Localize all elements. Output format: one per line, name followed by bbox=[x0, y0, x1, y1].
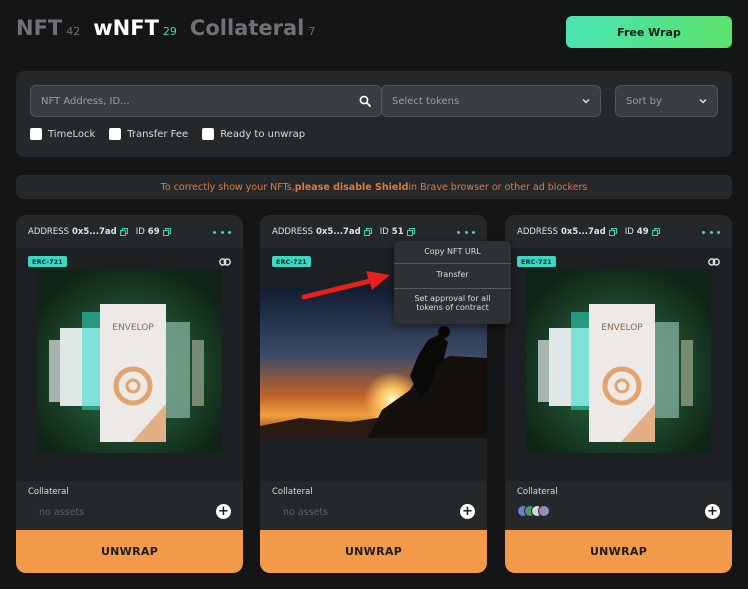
ready-to-unwrap-checkbox[interactable]: Ready to unwrap bbox=[202, 128, 305, 140]
link-icon[interactable] bbox=[219, 258, 231, 266]
address-label: ADDRESS bbox=[272, 227, 313, 237]
sort-select-value: Sort by bbox=[626, 95, 662, 107]
tab-nft[interactable]: NFT 42 bbox=[16, 16, 80, 40]
art-text: ENVELOP bbox=[601, 323, 643, 333]
id-label: ID bbox=[135, 227, 145, 237]
copy-icon[interactable] bbox=[406, 228, 415, 236]
adblock-notice: To correctly show your NFTs, please disa… bbox=[16, 175, 732, 199]
notice-bold: please disable Shield bbox=[294, 181, 409, 193]
token-standard-badge: ERC-721 bbox=[272, 256, 311, 267]
envelop-artwork: ENVELOP bbox=[37, 270, 222, 453]
id-value: 49 bbox=[636, 227, 649, 237]
more-dots-icon[interactable] bbox=[457, 225, 475, 239]
unwrap-button[interactable]: UNWRAP bbox=[260, 530, 487, 573]
tab-label: NFT bbox=[16, 16, 63, 40]
card-header: ADDRESS 0x5...7ad ID 69 bbox=[28, 225, 231, 239]
checkbox-label: TimeLock bbox=[48, 128, 96, 140]
card-header: ADDRESS 0x5...7ad ID 51 bbox=[272, 225, 475, 239]
collateral-label: Collateral bbox=[28, 487, 69, 497]
chevron-down-icon bbox=[699, 98, 707, 104]
nft-media[interactable]: ENVELOP ERC-721 bbox=[505, 248, 732, 481]
menu-copy-nft-url[interactable]: Copy NFT URL bbox=[394, 247, 511, 256]
unwrap-button[interactable]: UNWRAP bbox=[16, 530, 243, 573]
tab-collateral[interactable]: Collateral 7 bbox=[190, 16, 315, 40]
arrow-annotation bbox=[301, 271, 390, 300]
id-label: ID bbox=[624, 227, 634, 237]
checkbox-label: Transfer Fee bbox=[127, 128, 189, 140]
filter-checkboxes: TimeLock Transfer Fee Ready to unwrap bbox=[30, 128, 319, 140]
unwrap-button[interactable]: UNWRAP bbox=[505, 530, 732, 573]
card-context-menu: Copy NFT URL Transfer Set approval for a… bbox=[394, 241, 511, 324]
chevron-down-icon bbox=[582, 98, 590, 104]
filter-panel: Select tokens Sort by TimeLock Transfer … bbox=[16, 71, 732, 157]
address-value: 0x5...7ad bbox=[71, 227, 117, 237]
menu-divider bbox=[394, 288, 511, 289]
tab-label: wNFT bbox=[93, 16, 159, 40]
tab-label: Collateral bbox=[189, 16, 305, 40]
tab-bar: NFT 42 wNFT 29 Collateral 7 bbox=[16, 16, 328, 40]
timelock-checkbox[interactable]: TimeLock bbox=[30, 128, 95, 140]
tab-count: 7 bbox=[308, 25, 316, 38]
id-value: 69 bbox=[147, 227, 160, 237]
tab-count: 42 bbox=[66, 25, 81, 38]
menu-item-line: tokens of contract bbox=[416, 303, 489, 312]
search-box bbox=[30, 85, 382, 117]
nft-card: ADDRESS 0x5...7ad ID 49 ENVELOP ERC-721 … bbox=[505, 215, 732, 573]
plus-icon[interactable]: + bbox=[460, 504, 475, 519]
sort-select[interactable]: Sort by bbox=[615, 85, 718, 117]
copy-icon[interactable] bbox=[162, 228, 171, 236]
checkbox-box[interactable] bbox=[30, 128, 42, 140]
collateral-label: Collateral bbox=[517, 487, 558, 497]
menu-transfer[interactable]: Transfer bbox=[394, 270, 511, 279]
nft-card: ADDRESS 0x5...7ad ID 69 ENVELOP ERC-721 … bbox=[16, 215, 243, 573]
copy-icon[interactable] bbox=[651, 228, 660, 236]
checkbox-label: Ready to unwrap bbox=[220, 128, 306, 140]
address-label: ADDRESS bbox=[28, 227, 69, 237]
collateral-label: Collateral bbox=[272, 487, 313, 497]
tokens-select[interactable]: Select tokens bbox=[381, 85, 601, 117]
transfer-fee-checkbox[interactable]: Transfer Fee bbox=[109, 128, 188, 140]
card-header: ADDRESS 0x5...7ad ID 49 bbox=[517, 225, 720, 239]
checkbox-box[interactable] bbox=[202, 128, 215, 140]
tokens-select-value: Select tokens bbox=[392, 95, 460, 107]
notice-text: To correctly show your NFTs, bbox=[160, 181, 295, 193]
token-standard-badge: ERC-721 bbox=[517, 256, 556, 267]
id-label: ID bbox=[379, 227, 389, 237]
plus-icon[interactable]: + bbox=[705, 504, 720, 519]
collateral-tokens bbox=[517, 505, 550, 517]
menu-item-line: Set approval for all bbox=[414, 294, 491, 303]
token-standard-badge: ERC-721 bbox=[28, 256, 67, 267]
art-text: ENVELOP bbox=[112, 323, 154, 333]
id-value: 51 bbox=[391, 227, 404, 237]
link-icon[interactable] bbox=[708, 258, 720, 266]
no-assets-text: no assets bbox=[39, 507, 85, 518]
no-assets-text: no assets bbox=[283, 507, 329, 518]
notice-text: in Brave browser or other ad blockers bbox=[408, 181, 588, 193]
menu-divider bbox=[394, 263, 511, 264]
checkbox-box[interactable] bbox=[109, 128, 122, 140]
nft-media[interactable]: ENVELOP ERC-721 bbox=[16, 248, 243, 481]
copy-icon[interactable] bbox=[608, 228, 617, 236]
envelop-artwork: ENVELOP bbox=[526, 270, 711, 453]
tab-wnft[interactable]: wNFT 29 bbox=[93, 16, 177, 40]
address-value: 0x5...7ad bbox=[560, 227, 606, 237]
free-wrap-button[interactable]: Free Wrap bbox=[566, 16, 732, 48]
more-dots-icon[interactable] bbox=[213, 225, 231, 239]
address-label: ADDRESS bbox=[517, 227, 558, 237]
plus-icon[interactable]: + bbox=[216, 504, 231, 519]
token-icon bbox=[538, 505, 550, 517]
more-dots-icon[interactable] bbox=[702, 225, 720, 239]
address-value: 0x5...7ad bbox=[315, 227, 361, 237]
copy-icon[interactable] bbox=[119, 228, 128, 236]
search-input[interactable] bbox=[31, 86, 341, 116]
menu-set-approval[interactable]: Set approval for all tokens of contract bbox=[394, 294, 511, 312]
search-icon[interactable] bbox=[359, 95, 371, 107]
copy-icon[interactable] bbox=[363, 228, 372, 236]
tab-count: 29 bbox=[162, 25, 177, 38]
